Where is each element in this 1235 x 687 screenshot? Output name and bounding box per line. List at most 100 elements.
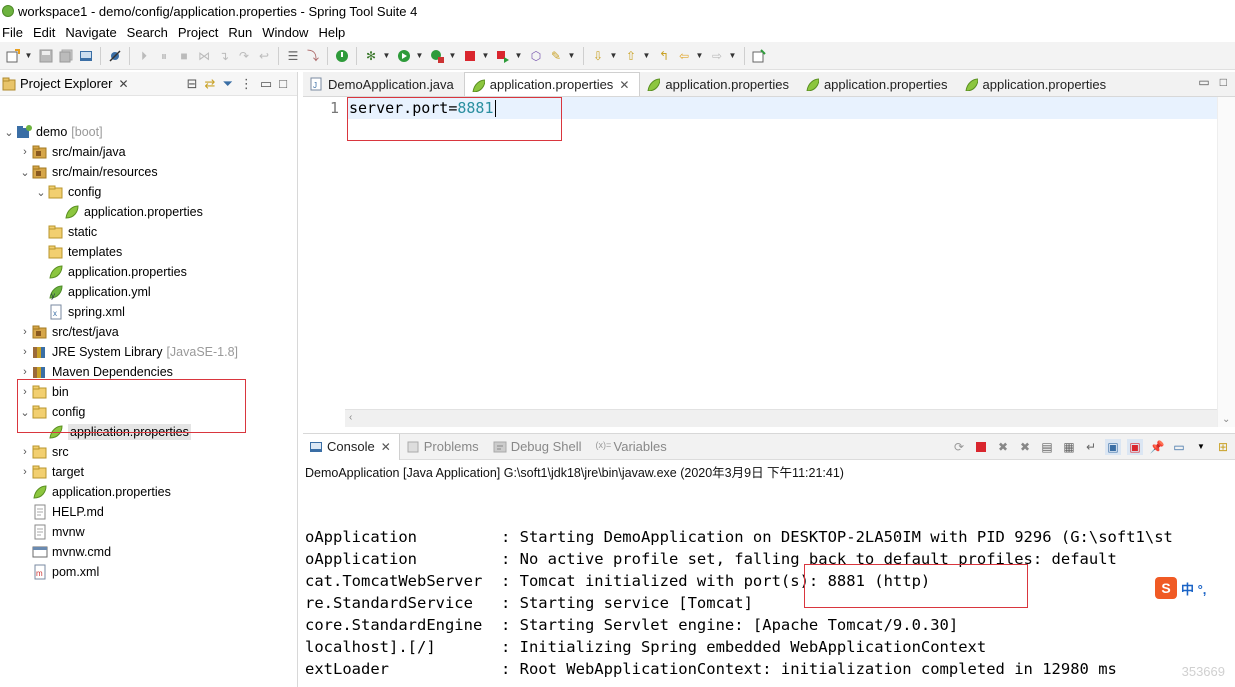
editor-tab[interactable]: application.properties bbox=[640, 72, 799, 96]
suspend-icon[interactable]: ⏸ bbox=[156, 48, 172, 64]
editor-tab[interactable]: application.properties ✕ bbox=[463, 72, 641, 96]
show-on-stderr-icon[interactable]: ▣ bbox=[1127, 438, 1143, 455]
collapse-chevron-icon[interactable]: › bbox=[18, 346, 32, 358]
open-type-icon[interactable]: ⬡ bbox=[528, 48, 544, 64]
tree-item[interactable]: ⌄ demo [boot] bbox=[2, 122, 103, 142]
menu-run[interactable]: Run bbox=[226, 25, 258, 40]
tree-item[interactable]: › src/main/java bbox=[18, 142, 125, 162]
step-return-icon[interactable]: ↩ bbox=[256, 48, 272, 64]
coverage-icon[interactable] bbox=[429, 48, 445, 64]
ime-indicator[interactable]: S 中 °, bbox=[1155, 576, 1235, 600]
project-explorer-tab[interactable]: Project Explorer ✕ bbox=[2, 76, 129, 91]
run-icon[interactable] bbox=[396, 48, 412, 64]
use-step-filters-icon[interactable]: ☰ bbox=[285, 48, 301, 64]
remove-all-terminated-icon[interactable]: ✖ bbox=[1017, 439, 1033, 455]
close-icon[interactable]: ✕ bbox=[381, 440, 391, 454]
next-annotation-dropdown-icon[interactable]: ▼ bbox=[610, 48, 618, 64]
new-icon[interactable] bbox=[5, 48, 21, 64]
step-into-icon[interactable]: ↴ bbox=[216, 48, 232, 64]
tree-item[interactable]: x spring.xml bbox=[34, 302, 125, 322]
maximize-icon[interactable]: □ bbox=[1220, 75, 1227, 89]
tree-item[interactable]: templates bbox=[34, 242, 122, 262]
code-area[interactable]: server.port=8881 bbox=[347, 97, 1217, 407]
coverage-dropdown-icon[interactable]: ▼ bbox=[449, 48, 457, 64]
console-dropdown-icon[interactable]: ▼ bbox=[1193, 439, 1209, 455]
skip-breakpoints-icon[interactable] bbox=[107, 48, 123, 64]
expand-chevron-icon[interactable]: ⌄ bbox=[34, 186, 48, 199]
previous-annotation-icon[interactable]: ⇧ bbox=[623, 48, 639, 64]
tree-item[interactable]: ⌄ config bbox=[34, 182, 101, 202]
tree-item[interactable]: › Maven Dependencies bbox=[18, 362, 173, 382]
resume-icon[interactable]: ⏵ bbox=[136, 48, 152, 64]
last-edit-location-icon[interactable]: ↰ bbox=[656, 48, 672, 64]
menu-window[interactable]: Window bbox=[260, 25, 314, 40]
collapse-all-icon[interactable]: ⊟ bbox=[187, 76, 198, 92]
forward-dropdown-icon[interactable]: ▼ bbox=[729, 48, 737, 64]
menu-search[interactable]: Search bbox=[125, 25, 174, 40]
new-dropdown-icon[interactable]: ▼ bbox=[25, 48, 33, 64]
tree-item[interactable]: mvnw.cmd bbox=[18, 542, 111, 562]
terminate-icon[interactable] bbox=[973, 439, 989, 455]
editor-tab[interactable]: J DemoApplication.java bbox=[303, 72, 464, 96]
editor-horizontal-scrollbar[interactable]: ‹ bbox=[345, 409, 1217, 427]
restart-icon[interactable]: ⟳ bbox=[951, 439, 967, 455]
tree-item[interactable]: › JRE System Library [JavaSE-1.8] bbox=[18, 342, 238, 362]
search-icon[interactable]: ✎ bbox=[548, 48, 564, 64]
collapse-chevron-icon[interactable]: › bbox=[18, 446, 32, 458]
collapse-chevron-icon[interactable]: › bbox=[18, 366, 32, 378]
step-over-icon[interactable]: ↷ bbox=[236, 48, 252, 64]
scroll-left-icon[interactable]: ‹ bbox=[349, 412, 352, 423]
search-dropdown-icon[interactable]: ▼ bbox=[568, 48, 576, 64]
debug-dropdown-icon[interactable]: ▼ bbox=[383, 48, 391, 64]
external-tools-icon[interactable] bbox=[495, 48, 511, 64]
console-output[interactable]: oApplication : Starting DemoApplication … bbox=[305, 526, 1235, 687]
tree-item[interactable]: › bin bbox=[18, 382, 69, 402]
editor-body[interactable]: 1 server.port=8881 ⌄ ‹ bbox=[303, 97, 1235, 427]
save-icon[interactable] bbox=[38, 48, 54, 64]
external-tools-dropdown-icon[interactable]: ▼ bbox=[515, 48, 523, 64]
disconnect-icon[interactable]: ⋈ bbox=[196, 48, 212, 64]
view-menu-icon[interactable]: ⋮ bbox=[240, 76, 253, 92]
tree-item[interactable]: application.properties bbox=[50, 202, 203, 222]
tree-item[interactable]: y application.yml bbox=[34, 282, 151, 302]
expand-chevron-icon[interactable]: ⌄ bbox=[2, 126, 16, 139]
tree-item[interactable]: mvnw bbox=[18, 522, 85, 542]
collapse-chevron-icon[interactable]: › bbox=[18, 386, 32, 398]
expand-chevron-icon[interactable]: ⌄ bbox=[18, 166, 32, 179]
word-wrap-icon[interactable]: ↵ bbox=[1083, 439, 1099, 455]
debug-icon[interactable]: ✻ bbox=[363, 48, 379, 64]
close-icon[interactable]: ✕ bbox=[619, 78, 629, 92]
previous-annotation-dropdown-icon[interactable]: ▼ bbox=[643, 48, 651, 64]
tab-console[interactable]: Console ✕ bbox=[303, 433, 400, 460]
show-on-stdout-icon[interactable]: ▣ bbox=[1105, 438, 1121, 455]
editor-tab[interactable]: application.properties bbox=[958, 72, 1117, 96]
tree-item[interactable]: › src bbox=[18, 442, 69, 462]
open-perspective-icon[interactable] bbox=[751, 48, 767, 64]
run-dropdown-icon[interactable]: ▼ bbox=[416, 48, 424, 64]
clear-console-icon[interactable]: ▤ bbox=[1039, 439, 1055, 455]
tree-item[interactable]: ⌄ config bbox=[18, 402, 85, 422]
open-console-icon[interactable]: ⊞ bbox=[1215, 439, 1231, 455]
stop-dropdown-icon[interactable]: ▼ bbox=[482, 48, 490, 64]
terminate-icon[interactable]: ■ bbox=[176, 48, 192, 64]
tab-debug-shell[interactable]: Debug Shell bbox=[487, 434, 590, 460]
tree-item[interactable]: application.properties bbox=[34, 422, 191, 442]
scroll-down-icon[interactable]: ⌄ bbox=[1222, 414, 1230, 425]
collapse-chevron-icon[interactable]: › bbox=[18, 326, 32, 338]
spring-boot-dashboard-icon[interactable] bbox=[334, 48, 350, 64]
back-icon[interactable]: ⇦ bbox=[676, 48, 692, 64]
tree-item[interactable]: › target bbox=[18, 462, 84, 482]
collapse-chevron-icon[interactable]: › bbox=[18, 146, 32, 158]
pin-console-icon[interactable]: 📌 bbox=[1149, 439, 1165, 455]
maximize-icon[interactable]: □ bbox=[279, 76, 287, 91]
minimize-icon[interactable]: ▭ bbox=[1198, 75, 1209, 89]
menu-file[interactable]: File bbox=[0, 25, 29, 40]
tree-item[interactable]: static bbox=[34, 222, 97, 242]
save-all-icon[interactable] bbox=[58, 48, 74, 64]
tree-item[interactable]: HELP.md bbox=[18, 502, 104, 522]
drop-to-frame-icon[interactable]: ⤵ bbox=[305, 48, 321, 64]
display-console-icon[interactable]: ▭ bbox=[1171, 439, 1187, 455]
tree-item[interactable]: ⌄ src/main/resources bbox=[18, 162, 157, 182]
tab-variables[interactable]: (x)= Variables bbox=[590, 434, 675, 460]
menu-edit[interactable]: Edit bbox=[31, 25, 61, 40]
